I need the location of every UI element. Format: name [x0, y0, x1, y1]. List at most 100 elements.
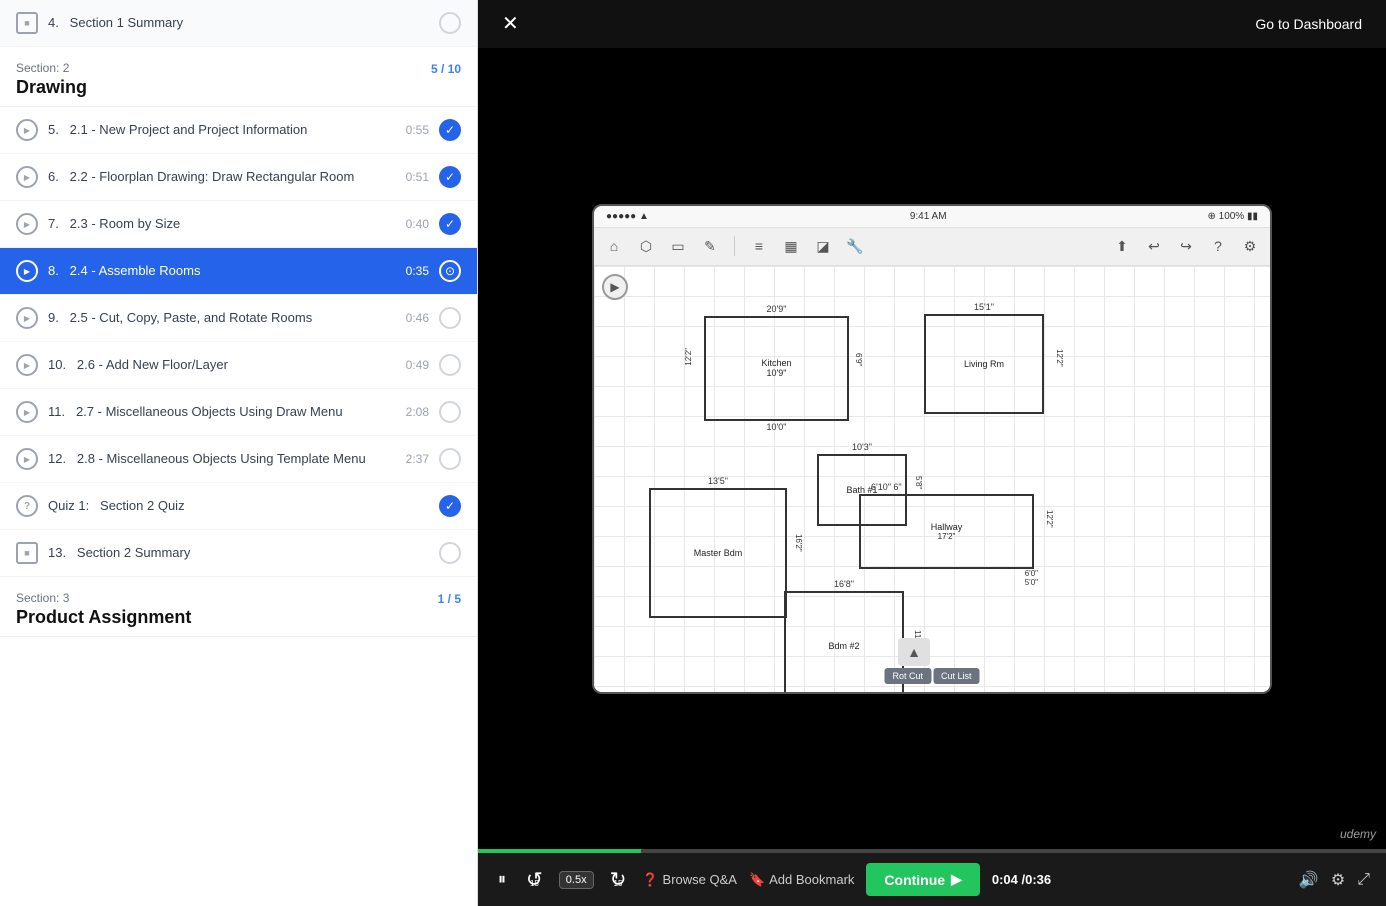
kitchen-dim-side: 12'2" — [684, 348, 693, 366]
room-living: 15'1" 12'2" Living Rm — [924, 314, 1044, 414]
continue-label: Continue — [884, 872, 945, 888]
ipad-status-bar: ●●●●● ▲ 9:41 AM ⊕ 100% ▮▮ — [594, 206, 1270, 228]
hallway-dim-side: 12'2" — [1045, 510, 1054, 528]
ipad-status-right: ⊕ 100% ▮▮ — [1207, 211, 1258, 222]
lesson-item-5[interactable]: ▶ 5. 2.1 - New Project and Project Infor… — [0, 107, 477, 154]
lesson-item-13[interactable]: ■ 13. Section 2 Summary — [0, 530, 477, 577]
rect-icon: ▭ — [666, 234, 690, 258]
speed-button[interactable]: 0.5x — [559, 871, 594, 889]
home-icon: ⌂ — [602, 234, 626, 258]
popup-buttons: Rot Cut Cut List — [884, 668, 979, 684]
lesson-item-11[interactable]: ▶ 11. 2.7 - Miscellaneous Objects Using … — [0, 389, 477, 436]
section3-title: Product Assignment — [16, 607, 461, 628]
lesson-info-7: 7. 2.3 - Room by Size — [48, 215, 396, 233]
kitchen-sub: 10'9" — [767, 368, 787, 378]
progress-bar[interactable] — [478, 849, 1386, 853]
udemy-watermark: udemy — [1340, 827, 1376, 841]
room-hallway: 6'10" 6" 12'2" Hallway 17'2" 6'0"5'0" — [859, 494, 1034, 569]
continue-arrow: ▶ — [951, 871, 962, 888]
settings-icon[interactable]: ⚙ — [1331, 870, 1345, 890]
progress-bar-fill — [478, 849, 641, 853]
continue-button[interactable]: Continue ▶ — [866, 863, 979, 896]
rot-cut-btn[interactable]: Rot Cut — [884, 668, 931, 684]
lesson-duration-10: 0:49 — [406, 358, 429, 372]
play-icon-12: ▶ — [16, 448, 38, 470]
living-dim-top: 15'1" — [974, 302, 994, 312]
living-dim-side: 12'2" — [1055, 349, 1064, 367]
ipad-toolbar: ⌂ ⬡ ▭ ✎ ≡ ▦ ◪ 🔧 ⬆ ↩ ↪ ? ⚙ — [594, 228, 1270, 266]
pause-button[interactable]: ⏸ — [494, 867, 510, 893]
expand-icon[interactable]: ⤢ — [1357, 871, 1370, 889]
section3-progress: 1 / 5 — [438, 592, 461, 606]
lesson-duration-12: 2:37 — [406, 452, 429, 466]
close-button[interactable]: ✕ — [502, 14, 519, 34]
lesson-info-quiz1: Quiz 1: Section 2 Quiz — [48, 497, 429, 515]
lesson-title-8: 8. 2.4 - Assemble Rooms — [48, 262, 396, 280]
sidebar: ■ 4. Section 1 Summary Section: 2 5 / 10… — [0, 0, 478, 906]
forward-container: ↻ 15 — [606, 863, 631, 896]
completion-circle — [439, 12, 461, 34]
active-check-8: ⊙ — [439, 260, 461, 282]
room-kitchen: 20'9" 12'2" 6'9" Kitchen 10'9" 10'0" — [704, 316, 849, 421]
lesson-title-10: 10. 2.6 - Add New Floor/Layer — [48, 356, 396, 374]
controls-row: ⏸ ↺ 15 0.5x ↻ 15 ❓ Browse Q&A 🔖 Add Book… — [478, 853, 1386, 906]
hallway-dim-top: 6'10" 6" — [871, 482, 902, 492]
bdm2-label: Bdm #2 — [828, 641, 859, 651]
undo-icon: ↩ — [1142, 234, 1166, 258]
play-icon-8: ▶ — [16, 260, 38, 282]
sidebar-scroll[interactable]: ■ 4. Section 1 Summary Section: 2 5 / 10… — [0, 0, 477, 906]
lesson-item-6[interactable]: ▶ 6. 2.2 - Floorplan Drawing: Draw Recta… — [0, 154, 477, 201]
play-icon-10: ▶ — [16, 354, 38, 376]
lesson-title-6: 6. 2.2 - Floorplan Drawing: Draw Rectang… — [48, 168, 396, 186]
ipad-mockup: ●●●●● ▲ 9:41 AM ⊕ 100% ▮▮ ⌂ ⬡ ▭ ✎ ≡ ▦ ◪ … — [592, 204, 1272, 694]
time-display: 0:04 /0:36 — [992, 872, 1051, 887]
add-bookmark-button[interactable]: 🔖 Add Bookmark — [749, 872, 854, 888]
master-label: Master Bdm — [694, 548, 743, 558]
lesson-item-quiz1[interactable]: ? Quiz 1: Section 2 Quiz ✓ — [0, 483, 477, 530]
quiz-icon: ? — [16, 495, 38, 517]
lesson-duration-6: 0:51 — [406, 170, 429, 184]
cut-list-btn[interactable]: Cut List — [933, 668, 980, 684]
forward-button[interactable]: ↻ — [606, 863, 631, 896]
nav-arrow[interactable]: ▶ — [602, 274, 628, 300]
lesson-info-5: 5. 2.1 - New Project and Project Informa… — [48, 121, 396, 139]
toolbar-sep1 — [734, 236, 735, 256]
scroll-up-btn[interactable]: ▲ — [898, 638, 930, 666]
lesson-item-10[interactable]: ▶ 10. 2.6 - Add New Floor/Layer 0:49 — [0, 342, 477, 389]
living-label: Living Rm — [964, 359, 1004, 369]
box3d-icon: ◪ — [811, 234, 835, 258]
lesson-item-9[interactable]: ▶ 9. 2.5 - Cut, Copy, Paste, and Rotate … — [0, 295, 477, 342]
lesson-item-12[interactable]: ▶ 12. 2.8 - Miscellaneous Objects Using … — [0, 436, 477, 483]
lesson-item-7[interactable]: ▶ 7. 2.3 - Room by Size 0:40 ✓ — [0, 201, 477, 248]
browse-qa-button[interactable]: ❓ Browse Q&A — [642, 872, 737, 888]
hallway-dim-br: 6'0"5'0" — [1025, 569, 1038, 587]
calc-icon: ▦ — [779, 234, 803, 258]
completion-circle-11 — [439, 401, 461, 423]
section3-header: Section: 3 1 / 5 Product Assignment — [0, 577, 477, 637]
go-dashboard-button[interactable]: Go to Dashboard — [1255, 16, 1362, 32]
ipad-status-center: 9:41 AM — [910, 211, 947, 222]
question-circle-icon: ❓ — [642, 872, 658, 888]
help-icon: ? — [1206, 234, 1230, 258]
lesson-title-5: 5. 2.1 - New Project and Project Informa… — [48, 121, 396, 139]
pen-icon: ✎ — [698, 234, 722, 258]
rewind-button[interactable]: ↺ — [522, 863, 547, 896]
video-top-bar: ✕ Go to Dashboard — [478, 0, 1386, 48]
volume-icon[interactable]: 🔊 — [1299, 870, 1319, 890]
lesson-info-10: 10. 2.6 - Add New Floor/Layer — [48, 356, 396, 374]
check-icon-quiz1: ✓ — [439, 495, 461, 517]
lesson-item-8[interactable]: ▶ 8. 2.4 - Assemble Rooms 0:35 ⊙ — [0, 248, 477, 295]
check-icon-6: ✓ — [439, 166, 461, 188]
bookmark-icon: 🔖 — [749, 872, 765, 888]
play-icon-5: ▶ — [16, 119, 38, 141]
kitchen-label: Kitchen — [761, 358, 791, 368]
play-icon-7: ▶ — [16, 213, 38, 235]
layers-icon: ≡ — [747, 234, 771, 258]
lesson-duration-11: 2:08 — [406, 405, 429, 419]
cube-icon: ⬡ — [634, 234, 658, 258]
rewind-container: ↺ 15 — [522, 863, 547, 896]
share-icon: ⬆ — [1110, 234, 1134, 258]
lesson-info-12: 12. 2.8 - Miscellaneous Objects Using Te… — [48, 450, 396, 468]
lesson-item-4[interactable]: ■ 4. Section 1 Summary — [0, 0, 477, 47]
lesson-info-9: 9. 2.5 - Cut, Copy, Paste, and Rotate Ro… — [48, 309, 396, 327]
